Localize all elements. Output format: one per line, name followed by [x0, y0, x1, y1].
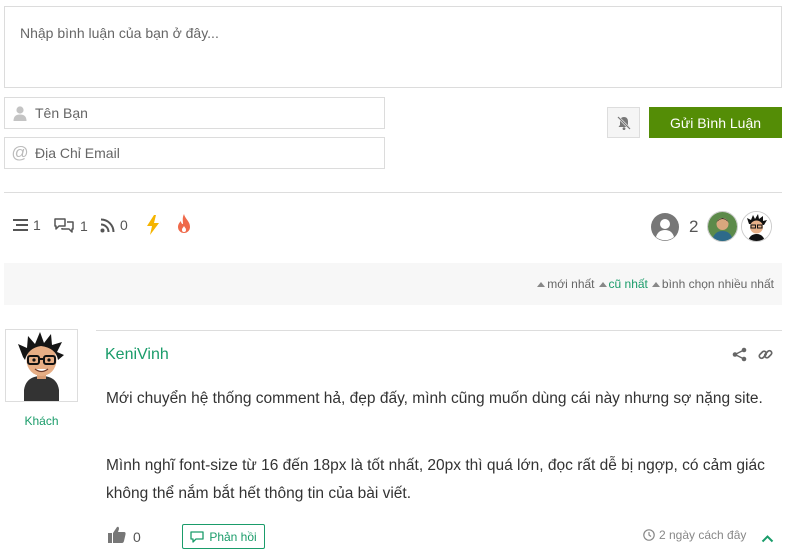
email-field[interactable]: @ Địa Chỉ Email — [4, 137, 385, 169]
submit-comment-button[interactable]: Gửi Bình Luận — [649, 107, 782, 138]
comments-icon — [54, 218, 74, 233]
divider — [4, 192, 782, 193]
comment-placeholder: Nhập bình luận của bạn ở đây... — [20, 25, 219, 41]
participant-avatar[interactable] — [707, 211, 739, 242]
sort-oldest-label: cũ nhất — [608, 277, 648, 291]
user-circle-icon — [651, 212, 679, 241]
email-placeholder: Địa Chỉ Email — [35, 145, 120, 161]
participants-count: 2 — [689, 216, 699, 236]
comment-paragraph: Mới chuyển hệ thống comment hả, đẹp đấy,… — [106, 390, 763, 407]
author-name[interactable]: KeniVinh — [105, 346, 169, 364]
replies-count[interactable]: 1 — [53, 217, 88, 235]
sort-bar: mới nhất cũ nhất bình chọn nhiều nhất — [4, 263, 782, 305]
at-icon: @ — [11, 143, 29, 162]
threads-count[interactable]: 1 — [13, 217, 41, 233]
comment-textarea[interactable]: Nhập bình luận của bạn ở đây... — [4, 6, 782, 88]
sort-newest-label: mới nhất — [547, 277, 595, 291]
lightning-icon[interactable] — [146, 215, 160, 240]
fire-icon[interactable] — [175, 214, 193, 239]
reply-label: Phản hồi — [209, 529, 257, 544]
time-label: 2 ngày cách đây — [659, 528, 747, 542]
rss-icon — [100, 218, 115, 232]
sort-most-voted-label: bình chọn nhiều nhất — [661, 277, 774, 291]
participant-avatar[interactable] — [741, 211, 773, 242]
threads-value: 1 — [33, 217, 41, 233]
clock-icon — [643, 529, 655, 541]
rss-value: 0 — [120, 217, 128, 233]
participants: 2 — [651, 211, 773, 242]
like-count: 0 — [133, 529, 141, 545]
list-icon — [13, 219, 28, 231]
replies-value: 1 — [80, 218, 88, 234]
link-icon[interactable] — [758, 347, 773, 367]
name-placeholder: Tên Bạn — [35, 105, 88, 121]
notification-toggle-button[interactable] — [607, 107, 640, 138]
user-icon — [5, 105, 35, 121]
rss-count[interactable]: 0 — [100, 217, 128, 233]
share-icon[interactable] — [732, 347, 747, 367]
sort-oldest[interactable]: cũ nhất — [598, 277, 648, 291]
chevron-up-icon[interactable] — [761, 530, 774, 548]
comment-top-border — [96, 330, 782, 331]
name-field[interactable]: Tên Bạn — [4, 97, 385, 129]
comment-time[interactable]: 2 ngày cách đây — [643, 528, 746, 542]
sort-most-voted[interactable]: bình chọn nhiều nhất — [651, 277, 774, 291]
comment-paragraph: Mình nghĩ font-size từ 16 đến 18px là tố… — [106, 457, 765, 502]
author-role: Khách — [24, 414, 59, 428]
sort-newest[interactable]: mới nhất — [537, 277, 595, 291]
bell-slash-icon — [616, 115, 631, 130]
reply-button[interactable]: Phản hồi — [182, 524, 265, 549]
author-avatar[interactable] — [5, 329, 78, 402]
reply-icon — [190, 530, 204, 543]
thumbs-up-icon[interactable] — [108, 526, 126, 548]
